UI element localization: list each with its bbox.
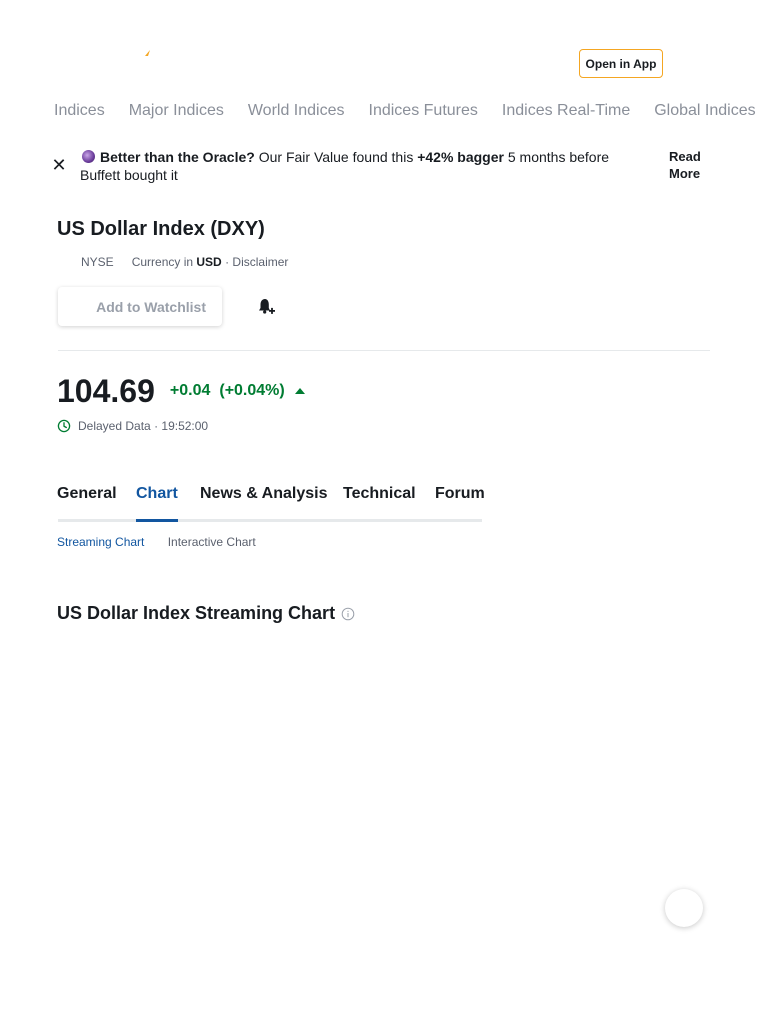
tab-chart[interactable]: Chart: [136, 484, 178, 504]
disclaimer-link[interactable]: · Disclaimer: [225, 255, 288, 269]
instrument-meta: NYSE Currency in USD · Disclaimer: [81, 254, 288, 270]
up-arrow-icon: [294, 386, 306, 396]
price-change-percent: (+0.04%): [219, 382, 285, 399]
exchange-label: NYSE: [81, 255, 114, 269]
logo-icon[interactable]: [144, 50, 150, 56]
chart-subtabs: Streaming Chart Interactive Chart: [57, 535, 256, 549]
promo-text: Better than the Oracle? Our Fair Value f…: [80, 148, 640, 184]
nav-item-indices-real-time[interactable]: Indices Real-Time: [502, 100, 630, 122]
promo-text-part1: Our Fair Value found this: [254, 149, 418, 165]
divider: [58, 350, 710, 351]
instrument-tabs: General Chart News & Analysis Technical …: [57, 484, 485, 522]
tab-forum[interactable]: Forum: [435, 484, 485, 504]
crystal-ball-icon: [82, 150, 95, 163]
subtab-streaming-chart[interactable]: Streaming Chart: [57, 535, 144, 549]
subtab-interactive-chart[interactable]: Interactive Chart: [168, 535, 256, 549]
nav-item-major-indices[interactable]: Major Indices: [129, 100, 224, 122]
bell-plus-icon[interactable]: [256, 297, 276, 317]
delayed-data-row: Delayed Data · 19:52:00: [57, 419, 208, 433]
quote-row: 104.69 +0.04 (+0.04%): [57, 372, 306, 410]
add-to-watchlist-button[interactable]: Add to Watchlist: [58, 287, 222, 326]
active-tab-indicator: [136, 519, 178, 522]
clock-icon: [57, 419, 71, 433]
nav-item-global-indices[interactable]: Global Indices: [654, 100, 755, 122]
promo-highlight: +42% bagger: [417, 149, 504, 165]
delayed-label: Delayed Data: [78, 419, 151, 433]
nav-item-indices-futures[interactable]: Indices Futures: [369, 100, 478, 122]
promo-banner: ✕ Better than the Oracle? Our Fair Value…: [0, 146, 768, 190]
open-in-app-button[interactable]: Open in App: [579, 49, 663, 78]
quote-time: · 19:52:00: [154, 419, 209, 433]
currency-prefix: Currency in: [131, 255, 194, 269]
tabs-track: [58, 519, 482, 522]
info-icon[interactable]: [341, 607, 355, 621]
tab-news-analysis[interactable]: News & Analysis: [200, 484, 327, 504]
close-icon[interactable]: ✕: [50, 156, 68, 174]
nav-item-world-indices[interactable]: World Indices: [248, 100, 345, 122]
nav-item-indices[interactable]: Indices: [54, 100, 105, 122]
currency-value: USD: [196, 255, 222, 269]
price-change: +0.04: [169, 382, 211, 399]
chart-section-title: US Dollar Index Streaming Chart: [57, 603, 336, 623]
page-title: US Dollar Index (DXY): [57, 218, 265, 240]
last-price: 104.69: [57, 373, 155, 409]
tab-technical[interactable]: Technical: [343, 484, 416, 504]
read-more-link[interactable]: Read More: [669, 148, 709, 182]
indices-nav: Indices Major Indices World Indices Indi…: [54, 100, 768, 122]
top-bar: Open in App: [0, 0, 768, 90]
tab-general[interactable]: General: [57, 484, 117, 504]
promo-headline: Better than the Oracle?: [100, 149, 255, 165]
floating-action-button[interactable]: [665, 889, 703, 927]
chart-section-header: US Dollar Index Streaming Chart: [57, 603, 355, 624]
